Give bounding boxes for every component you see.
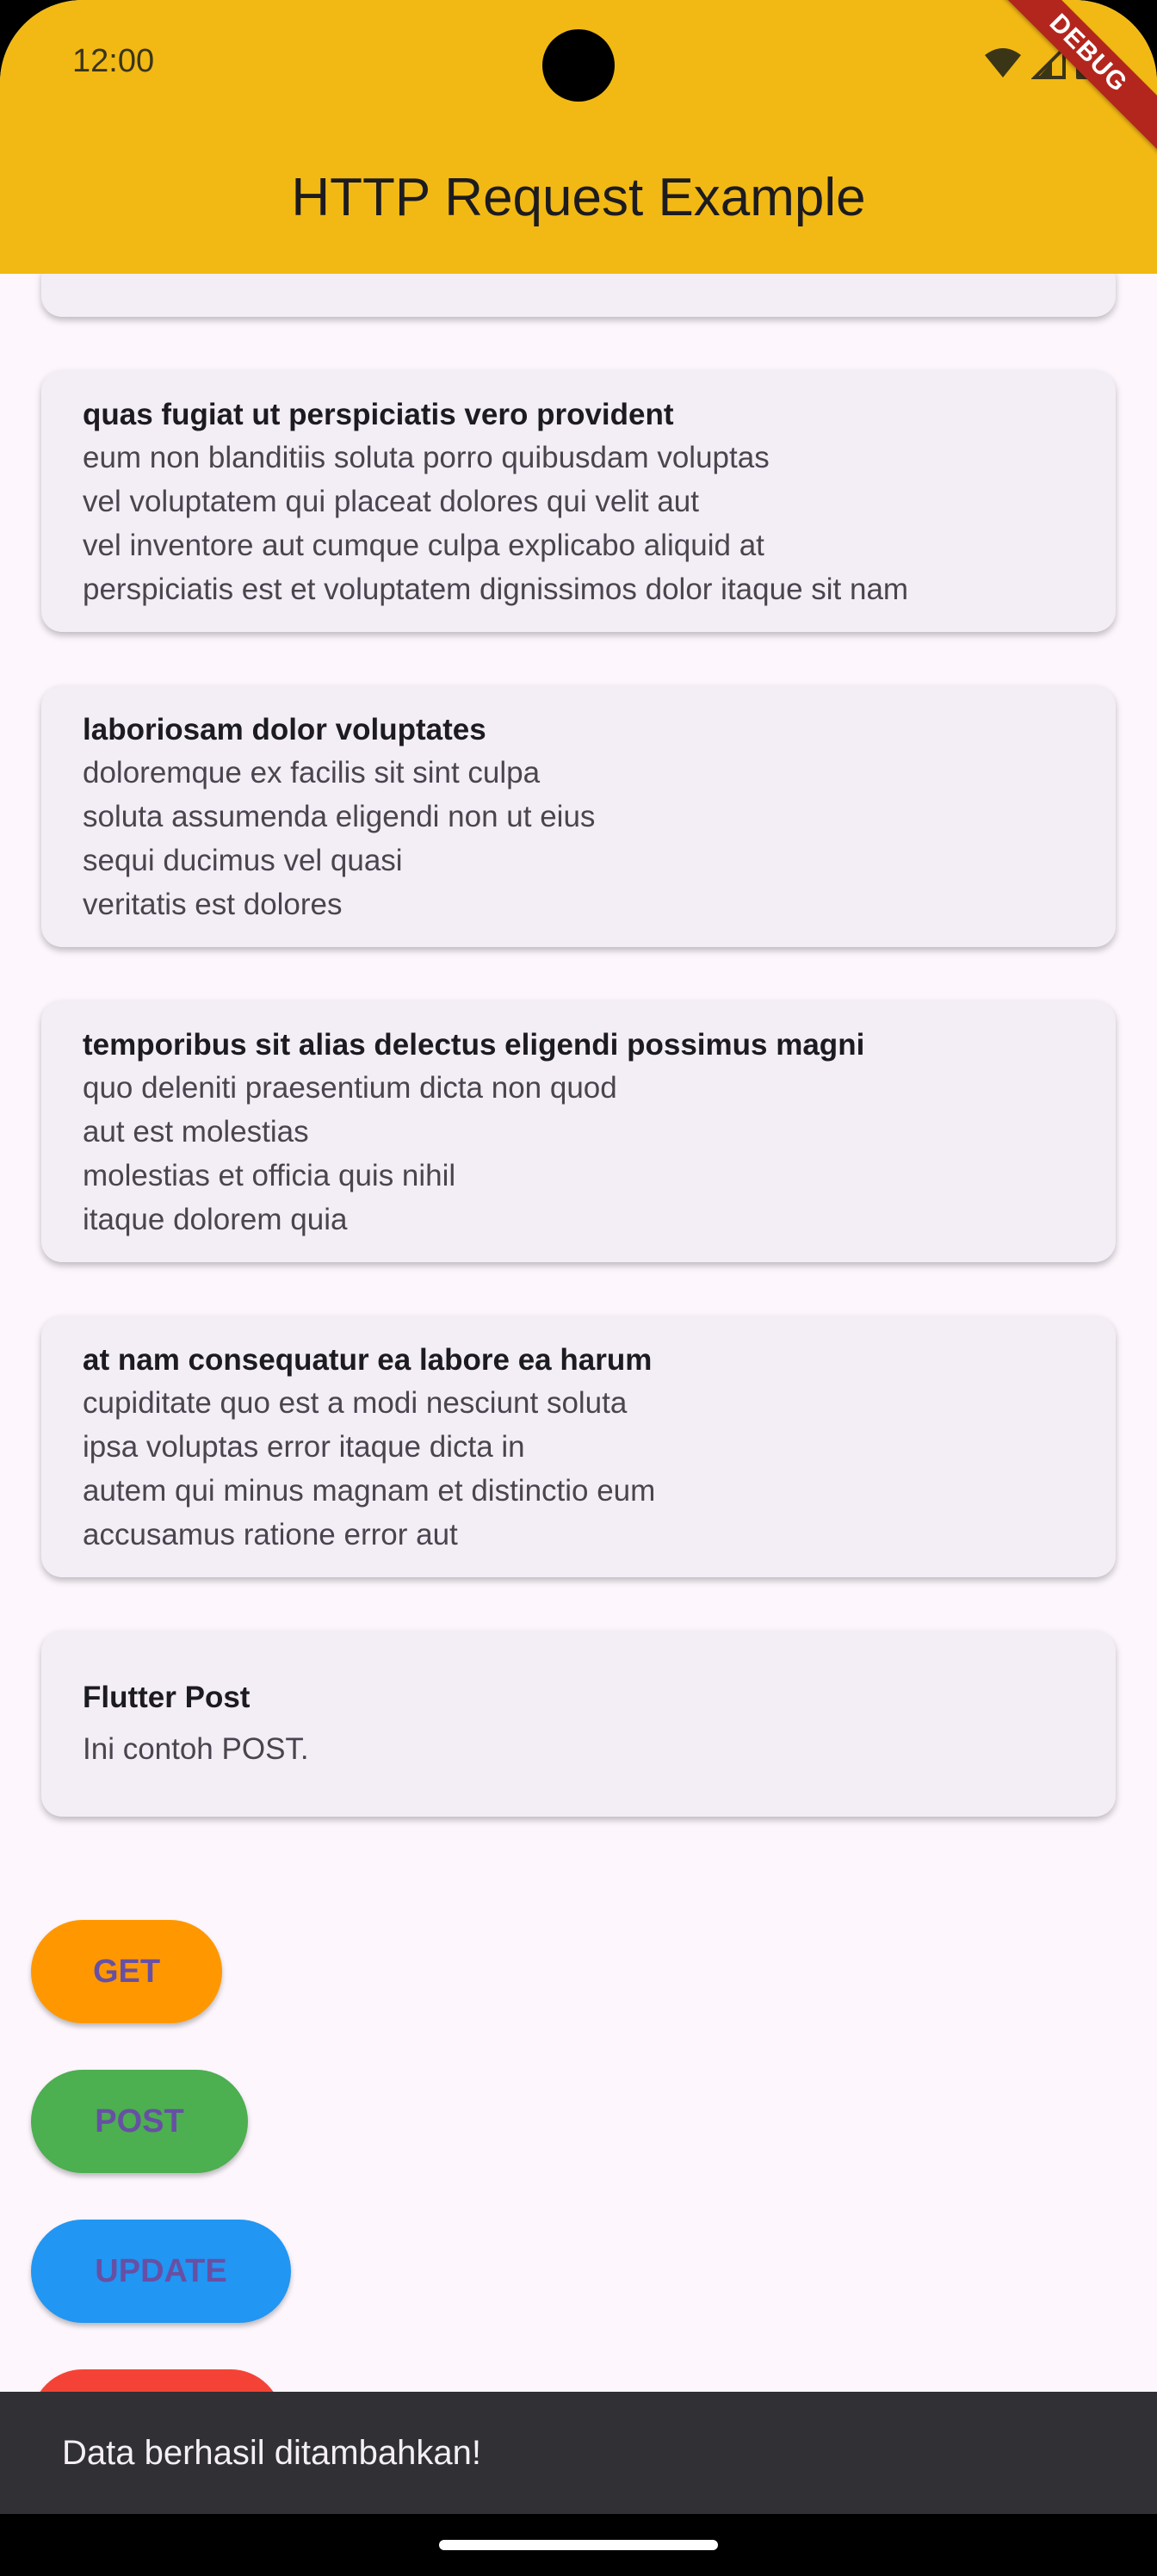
post-body: cupiditate quo est a modi nesciunt solut… (83, 1386, 656, 1551)
wifi-icon (983, 46, 1023, 84)
post-title: at nam consequatur ea labore ea harum (83, 1343, 653, 1377)
get-button[interactable]: GET (31, 1920, 222, 2023)
post-body: Ini contoh POST. (83, 1732, 309, 1766)
post-title: temporibus sit alias delectus eligendi p… (83, 1028, 865, 1062)
post-card[interactable]: Flutter Post Ini contoh POST. (41, 1631, 1116, 1817)
post-body: doloremque ex facilis sit sint culpa sol… (83, 756, 596, 921)
post-card[interactable]: at nam consequatur ea labore ea harum cu… (41, 1316, 1116, 1577)
app-screen: quas fugiat ut perspiciatis vero provide… (0, 0, 1157, 2514)
post-card[interactable]: laboriosam dolor voluptates doloremque e… (41, 685, 1116, 947)
snackbar: Data berhasil ditambahkan! (0, 2392, 1157, 2514)
post-body: eum non blanditiis soluta porro quibusda… (83, 441, 909, 606)
post-button[interactable]: POST (31, 2070, 248, 2173)
camera-cutout (542, 29, 615, 102)
post-card[interactable]: temporibus sit alias delectus eligendi p… (41, 1000, 1116, 1262)
app-bar: 12:00 HTTP Request Example DEBUG (0, 0, 1157, 274)
page-title: HTTP Request Example (291, 168, 866, 227)
post-title: quas fugiat ut perspiciatis vero provide… (83, 398, 674, 431)
update-button[interactable]: UPDATE (31, 2220, 291, 2323)
post-body: quo deleniti praesentium dicta non quod … (83, 1071, 617, 1236)
post-card[interactable]: quas fugiat ut perspiciatis vero provide… (41, 370, 1116, 632)
snackbar-message: Data berhasil ditambahkan! (62, 2434, 481, 2472)
home-gesture-handle[interactable] (439, 2540, 718, 2550)
post-title: Flutter Post (83, 1681, 251, 1714)
post-title: laboriosam dolor voluptates (83, 713, 486, 746)
status-time: 12:00 (72, 43, 155, 79)
